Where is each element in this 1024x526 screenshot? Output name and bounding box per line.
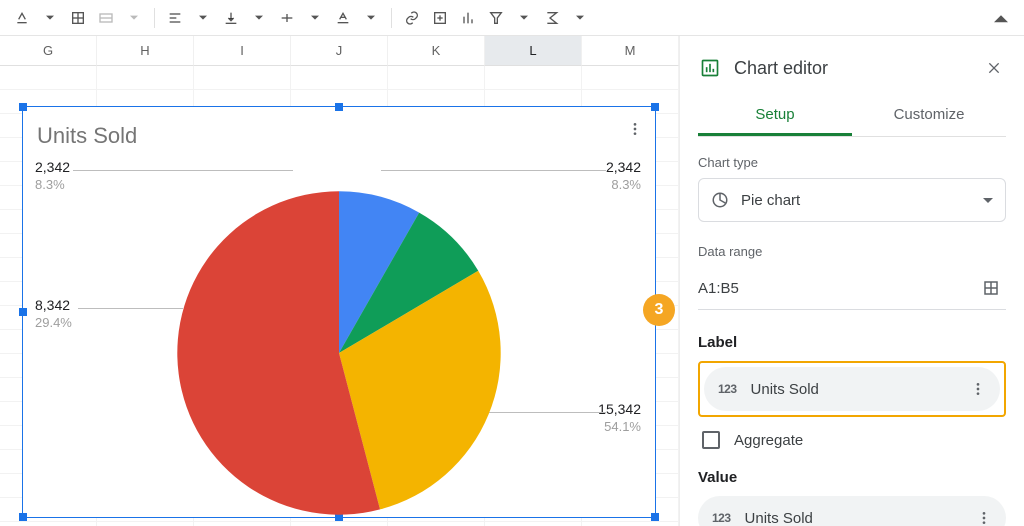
leader-line	[381, 170, 606, 171]
sheet-area: GHIJKLM Units Sold 2,342 8.3% 2,342	[0, 36, 680, 526]
selection-handle[interactable]	[19, 513, 27, 521]
leader-line	[73, 170, 293, 171]
chart-type-label: Chart type	[698, 155, 1006, 170]
column-header[interactable]: G	[0, 36, 97, 66]
selection-handle[interactable]	[19, 103, 27, 111]
insert-chart-button[interactable]	[454, 4, 482, 32]
column-header[interactable]: H	[97, 36, 194, 66]
toolbar-separator	[154, 8, 155, 28]
chevron-down-icon[interactable]	[301, 4, 329, 32]
main-area: GHIJKLM Units Sold 2,342 8.3% 2,342	[0, 36, 1024, 526]
chart-editor-sidebar: Chart editor Setup Customize Chart type …	[680, 36, 1024, 526]
value-chip-text: Units Sold	[745, 510, 972, 526]
tab-setup[interactable]: Setup	[698, 98, 852, 136]
pie-chart-icon	[711, 191, 729, 209]
selection-handle[interactable]	[651, 103, 659, 111]
h-align-button[interactable]	[161, 4, 189, 32]
pie-data-label: 15,342 54.1%	[598, 401, 641, 435]
tutorial-callout-badge: 3	[643, 294, 675, 330]
selection-handle[interactable]	[335, 103, 343, 111]
chevron-down-icon[interactable]	[36, 4, 64, 32]
chevron-down-icon[interactable]	[357, 4, 385, 32]
chart-title: Units Sold	[37, 123, 137, 149]
aggregate-checkbox-row[interactable]: Aggregate	[702, 431, 1006, 449]
label-chip[interactable]: 123 Units Sold	[704, 367, 1000, 411]
number-type-icon: 123	[712, 511, 731, 525]
text-wrap-button[interactable]	[273, 4, 301, 32]
data-range-label: Data range	[698, 244, 1006, 259]
chevron-down-icon	[983, 191, 993, 209]
label-chip-text: Units Sold	[751, 381, 966, 398]
aggregate-checkbox[interactable]	[702, 431, 720, 449]
aggregate-label: Aggregate	[734, 432, 803, 449]
text-rotate-button[interactable]	[329, 4, 357, 32]
label-chip-menu[interactable]	[966, 377, 990, 401]
leader-line	[78, 308, 183, 309]
column-header[interactable]: L	[485, 36, 582, 66]
chart-more-menu[interactable]	[623, 117, 647, 141]
pie-chart	[174, 188, 504, 518]
collapse-toolbar-button[interactable]	[986, 4, 1016, 32]
embedded-chart[interactable]: Units Sold 2,342 8.3% 2,342 8.3% 15,342 …	[22, 106, 656, 518]
label-section-title: Label	[698, 334, 1006, 351]
column-header[interactable]: K	[388, 36, 485, 66]
column-header[interactable]: I	[194, 36, 291, 66]
pie-data-label: 8,342 29.4%	[35, 297, 72, 331]
number-type-icon: 123	[718, 382, 737, 396]
value-chip-menu[interactable]	[972, 506, 996, 526]
column-header[interactable]: M	[582, 36, 679, 66]
functions-button[interactable]	[538, 4, 566, 32]
chevron-down-icon[interactable]	[245, 4, 273, 32]
close-sidebar-button[interactable]	[982, 56, 1006, 80]
chevron-down-icon[interactable]	[189, 4, 217, 32]
chevron-down-icon[interactable]	[566, 4, 594, 32]
column-header-row: GHIJKLM	[0, 36, 679, 66]
merge-cells-button[interactable]	[92, 4, 120, 32]
chart-editor-icon	[698, 56, 722, 80]
chevron-down-icon[interactable]	[120, 4, 148, 32]
sidebar-tabs: Setup Customize	[698, 98, 1006, 137]
borders-button[interactable]	[64, 4, 92, 32]
toolbar	[0, 0, 1024, 36]
pie-data-label: 2,342 8.3%	[35, 159, 70, 193]
tab-customize[interactable]: Customize	[852, 98, 1006, 136]
toolbar-separator	[391, 8, 392, 28]
insert-comment-button[interactable]	[426, 4, 454, 32]
chart-type-value: Pie chart	[741, 192, 983, 209]
chevron-down-icon[interactable]	[510, 4, 538, 32]
label-chip-highlight: 123 Units Sold	[698, 361, 1006, 417]
v-align-button[interactable]	[217, 4, 245, 32]
link-button[interactable]	[398, 4, 426, 32]
value-section-title: Value	[698, 469, 1006, 486]
pie-data-label: 2,342 8.3%	[606, 159, 641, 193]
data-range-input[interactable]: A1:B5	[698, 280, 976, 297]
chart-type-dropdown[interactable]: Pie chart	[698, 178, 1006, 222]
fill-color-button[interactable]	[8, 4, 36, 32]
sidebar-title: Chart editor	[734, 58, 982, 79]
selection-handle[interactable]	[651, 513, 659, 521]
filter-button[interactable]	[482, 4, 510, 32]
select-range-button[interactable]	[976, 273, 1006, 303]
column-header[interactable]: J	[291, 36, 388, 66]
value-chip[interactable]: 123 Units Sold	[698, 496, 1006, 526]
selection-handle[interactable]	[19, 308, 27, 316]
